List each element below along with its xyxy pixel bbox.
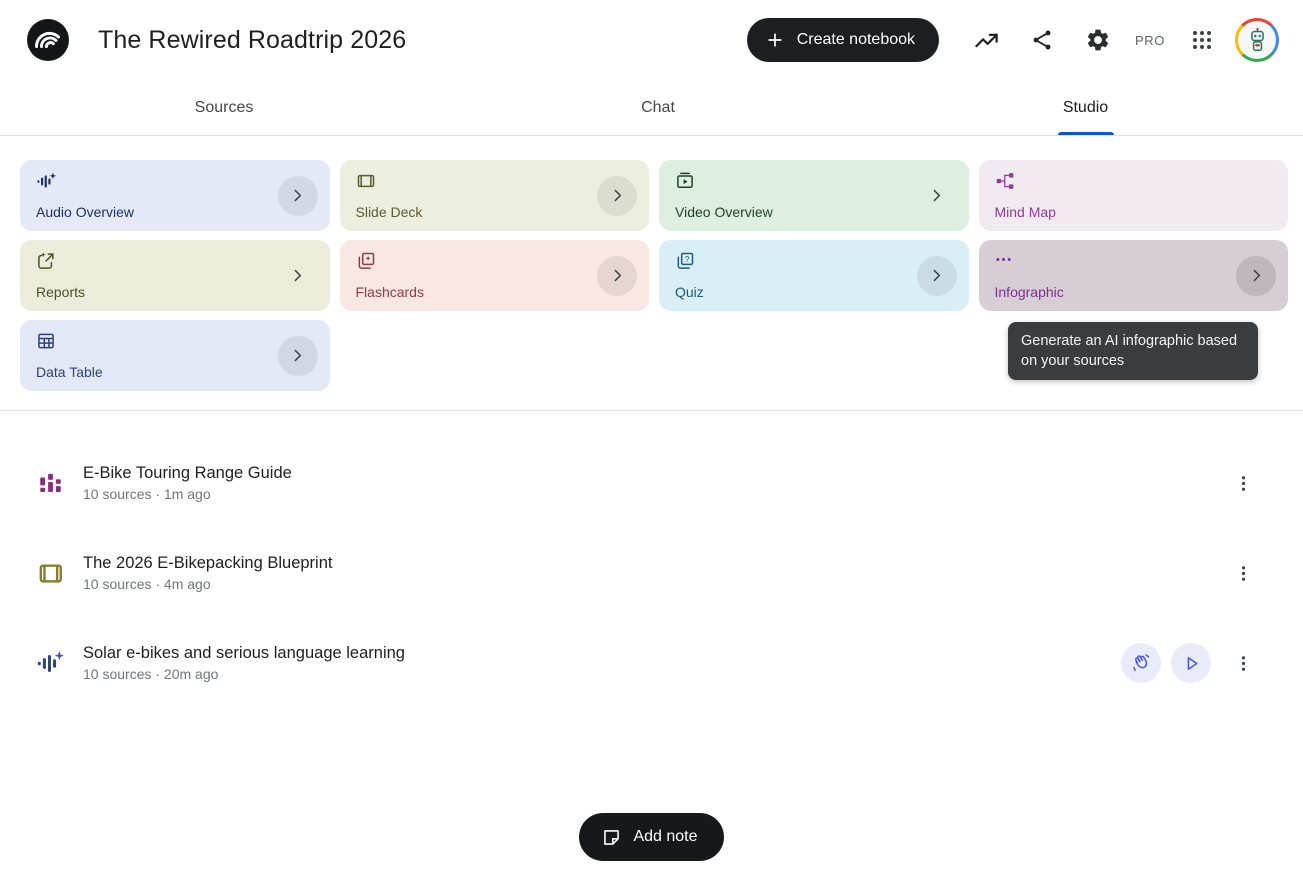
card-infographic[interactable]: Infographic	[979, 240, 1289, 311]
flashcards-icon	[356, 251, 376, 271]
tab-sources[interactable]: Sources	[0, 80, 448, 135]
card-label: Flashcards	[356, 284, 424, 300]
reports-sparkle-icon	[36, 251, 56, 271]
play-icon	[1181, 653, 1202, 674]
audio-waveform-sparkle-icon	[36, 649, 66, 678]
card-mind-map[interactable]: Mind Map	[979, 160, 1289, 231]
chevron-right-icon[interactable]	[278, 176, 318, 216]
card-data-table[interactable]: Data Table	[20, 320, 330, 391]
tab-studio[interactable]: Studio	[868, 80, 1303, 135]
mind-map-icon	[995, 171, 1015, 191]
add-note-button[interactable]: Add note	[579, 813, 723, 861]
plus-icon	[765, 30, 785, 50]
chevron-right-icon[interactable]	[917, 176, 957, 216]
card-label: Mind Map	[995, 204, 1056, 220]
add-note-label: Add note	[633, 828, 697, 846]
chevron-right-icon[interactable]	[278, 336, 318, 376]
tab-chat[interactable]: Chat	[448, 80, 868, 135]
active-tab-underline	[1058, 132, 1114, 135]
pro-badge: PRO	[1131, 33, 1169, 48]
more-options-button[interactable]	[1223, 463, 1263, 503]
card-label: Reports	[36, 284, 85, 300]
interactive-mode-button[interactable]	[1121, 643, 1161, 683]
card-label: Infographic	[995, 284, 1064, 300]
card-label: Quiz	[675, 284, 704, 300]
card-reports[interactable]: Reports	[20, 240, 330, 311]
card-slide-deck[interactable]: Slide Deck	[340, 160, 650, 231]
tab-sources-label: Sources	[195, 99, 254, 117]
svg-text:?: ?	[685, 254, 690, 264]
chevron-right-icon[interactable]	[1236, 256, 1276, 296]
card-label: Slide Deck	[356, 204, 423, 220]
slide-deck-icon	[356, 171, 376, 191]
list-item-audio-overview[interactable]: Solar e-bikes and serious language learn…	[0, 618, 1303, 708]
card-label: Video Overview	[675, 204, 773, 220]
gear-icon	[1085, 27, 1111, 53]
notebook-title[interactable]: The Rewired Roadtrip 2026	[98, 26, 406, 55]
more-options-button[interactable]	[1223, 553, 1263, 593]
chevron-right-icon[interactable]	[278, 256, 318, 296]
account-avatar[interactable]	[1235, 18, 1279, 62]
notebooklm-logo-icon[interactable]	[26, 18, 70, 62]
google-apps-button[interactable]	[1179, 17, 1225, 63]
card-audio-overview[interactable]: Audio Overview	[20, 160, 330, 231]
note-meta: 10 sources · 20m ago	[83, 666, 405, 682]
play-button[interactable]	[1171, 643, 1211, 683]
quiz-cards-icon: ?	[675, 251, 695, 271]
list-item-infographic-guide[interactable]: E-Bike Touring Range Guide 10 sources · …	[0, 438, 1303, 528]
share-button[interactable]	[1019, 17, 1065, 63]
card-label: Audio Overview	[36, 204, 134, 220]
app-header: The Rewired Roadtrip 2026 Create noteboo…	[0, 0, 1303, 80]
kebab-menu-icon	[1233, 473, 1254, 494]
note-footer: Add note	[0, 813, 1303, 861]
waving-hand-icon	[1130, 652, 1152, 674]
chevron-right-icon[interactable]	[597, 176, 637, 216]
header-actions: Create notebook	[747, 17, 1279, 63]
settings-button[interactable]	[1075, 17, 1121, 63]
data-table-icon	[36, 331, 56, 351]
artifact-list: E-Bike Touring Range Guide 10 sources · …	[0, 411, 1303, 708]
create-notebook-label: Create notebook	[797, 31, 915, 49]
tab-studio-label: Studio	[1063, 99, 1108, 117]
tab-chat-label: Chat	[641, 99, 675, 117]
trending-up-icon	[973, 27, 1000, 54]
infographic-tooltip: Generate an AI infographic based on your…	[1008, 322, 1258, 380]
analytics-button[interactable]	[963, 17, 1009, 63]
notebooklm-app: The Rewired Roadtrip 2026 Create noteboo…	[0, 0, 1303, 887]
chevron-right-icon[interactable]	[597, 256, 637, 296]
more-options-button[interactable]	[1223, 643, 1263, 683]
card-label: Data Table	[36, 364, 103, 380]
note-title: The 2026 E-Bikepacking Blueprint	[83, 554, 332, 573]
card-flashcards[interactable]: Flashcards	[340, 240, 650, 311]
list-item-slide-deck[interactable]: The 2026 E-Bikepacking Blueprint 10 sour…	[0, 528, 1303, 618]
robot-avatar-icon	[1244, 27, 1271, 54]
card-quiz[interactable]: ? Quiz	[659, 240, 969, 311]
create-notebook-button[interactable]: Create notebook	[747, 18, 939, 62]
panel-tabbar: Sources Chat Studio	[0, 80, 1303, 136]
note-meta: 10 sources · 4m ago	[83, 576, 332, 592]
note-title: Solar e-bikes and serious language learn…	[83, 644, 405, 663]
bar-chart-icon	[36, 469, 66, 498]
slide-frame-icon	[36, 559, 66, 588]
ellipsis-loading-icon	[995, 251, 1012, 268]
video-overview-icon	[675, 171, 695, 191]
kebab-menu-icon	[1233, 563, 1254, 584]
audio-waveform-sparkle-icon	[36, 171, 57, 192]
share-icon	[1030, 28, 1054, 52]
chevron-right-icon[interactable]	[917, 256, 957, 296]
note-title: E-Bike Touring Range Guide	[83, 464, 292, 483]
apps-grid-icon	[1190, 28, 1214, 52]
kebab-menu-icon	[1233, 653, 1254, 674]
note-meta: 10 sources · 1m ago	[83, 486, 292, 502]
card-video-overview[interactable]: Video Overview	[659, 160, 969, 231]
note-icon	[601, 827, 622, 848]
